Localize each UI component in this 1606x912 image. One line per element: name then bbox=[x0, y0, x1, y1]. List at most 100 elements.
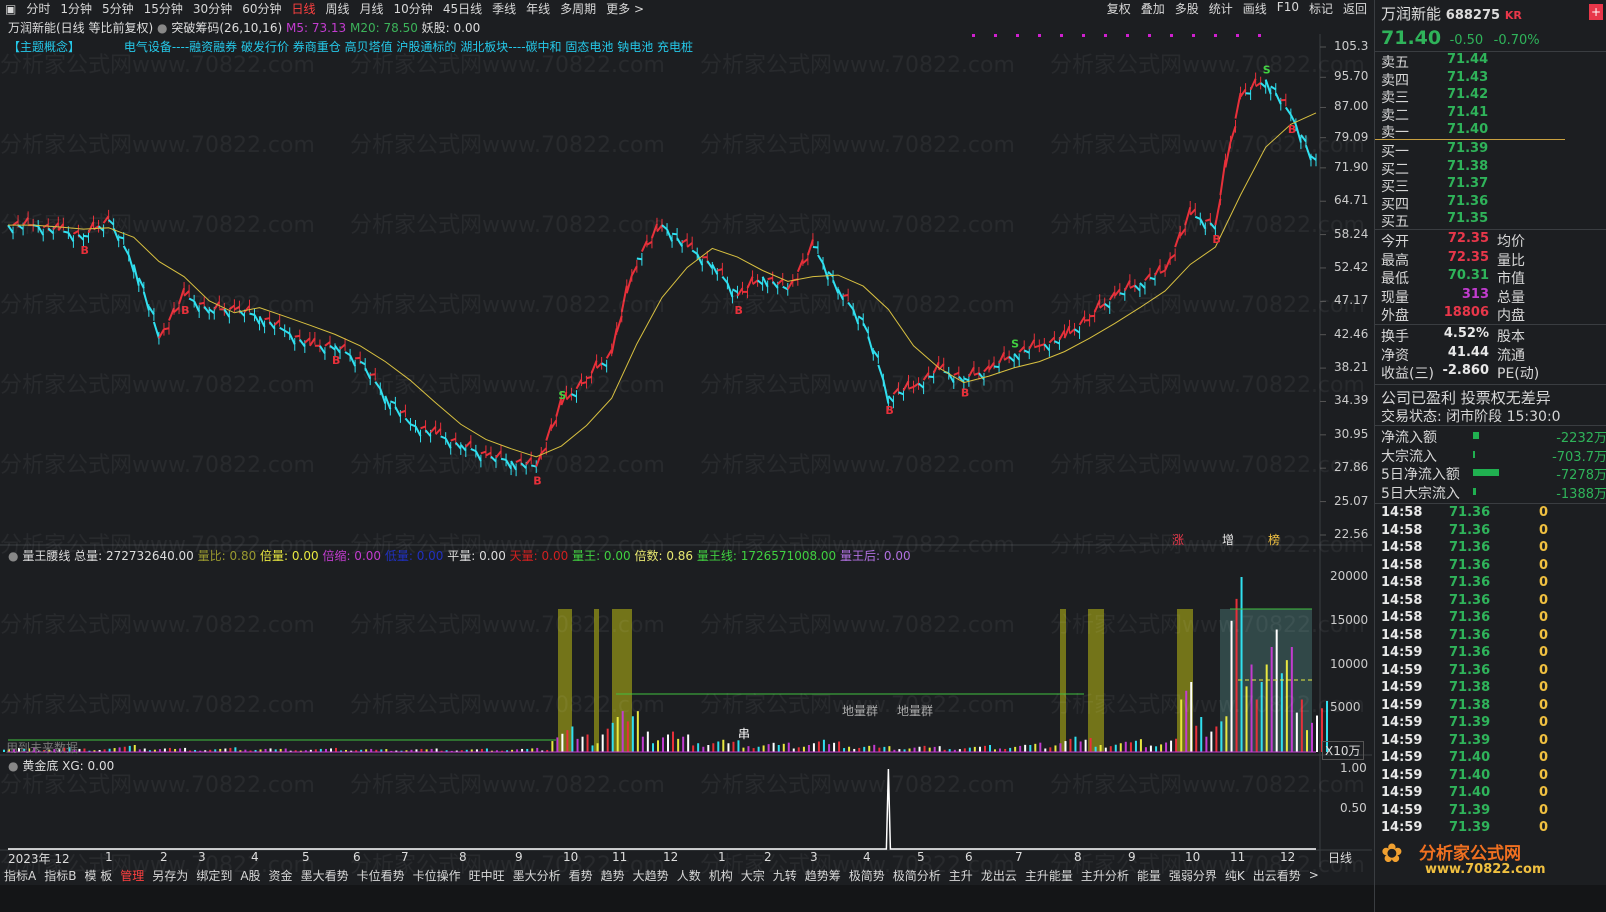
period-tab[interactable]: 45日线 bbox=[438, 0, 487, 17]
toggle-panel-icon[interactable]: ▣ bbox=[0, 2, 21, 16]
toolbar-button[interactable]: 返回 bbox=[1338, 0, 1372, 17]
indicator-toggle-icon[interactable]: ● bbox=[8, 549, 18, 563]
indicator-tab[interactable]: 指标A bbox=[0, 867, 40, 884]
indicator-tab[interactable]: 趋势 bbox=[597, 867, 629, 884]
indicator-tab[interactable]: 九转 bbox=[769, 867, 801, 884]
period-tab[interactable]: 年线 bbox=[521, 0, 555, 17]
indicator-tab[interactable]: 出云看势 bbox=[1249, 867, 1305, 884]
indicator-tab[interactable]: 主升能量 bbox=[1021, 867, 1077, 884]
buy-signal-marker: B bbox=[961, 386, 969, 399]
period-tab[interactable]: 15分钟 bbox=[139, 0, 188, 17]
indicator-tab[interactable]: 墨大看势 bbox=[297, 867, 353, 884]
period-tab[interactable]: 5分钟 bbox=[97, 0, 139, 17]
indicator-tab[interactable]: 大趋势 bbox=[629, 867, 673, 884]
indicator-tab[interactable]: 机构 bbox=[705, 867, 737, 884]
period-tab[interactable]: 日线 bbox=[286, 0, 320, 17]
indicator-tab[interactable]: 强弱分界 bbox=[1165, 867, 1221, 884]
volume-bar bbox=[1265, 664, 1268, 752]
liangwang: 量王: 0.00 bbox=[572, 549, 631, 563]
tick-price: 71.36 bbox=[1449, 592, 1491, 608]
tick-price: 71.36 bbox=[1449, 575, 1491, 590]
price-candle bbox=[862, 322, 870, 334]
chart-svg[interactable]: B B B B B B B S B B S S bbox=[0, 17, 1372, 867]
price-axis-label: 58.24 bbox=[1334, 226, 1369, 241]
volume-bar bbox=[1059, 743, 1062, 752]
volume-bar bbox=[1014, 746, 1017, 752]
indicator-tab[interactable]: 极简势 bbox=[845, 867, 889, 884]
flow-label: 5日净流入额 bbox=[1381, 467, 1460, 484]
period-label[interactable]: 日线 bbox=[1328, 849, 1352, 866]
indicator-tab[interactable]: 极简分析 bbox=[889, 867, 945, 884]
price-candle bbox=[571, 393, 577, 398]
indicator-tab[interactable]: 主升 bbox=[945, 867, 977, 884]
tick-row: 14:59 71.39 0 bbox=[1381, 820, 1601, 835]
price-candle bbox=[917, 382, 925, 389]
volume-bar bbox=[757, 746, 760, 752]
indicator-tab[interactable]: 模 板 bbox=[80, 867, 116, 884]
indicator-tab[interactable]: 管理 bbox=[116, 867, 148, 884]
indicator-tab[interactable]: A股 bbox=[236, 867, 264, 884]
price-candle bbox=[650, 223, 658, 239]
toolbar-button[interactable]: 叠加 bbox=[1136, 0, 1170, 17]
toolbar-button[interactable]: 统计 bbox=[1204, 0, 1238, 17]
toolbar-button[interactable]: 复权 bbox=[1102, 0, 1136, 17]
add-watchlist-button[interactable]: + bbox=[1589, 4, 1603, 20]
volume-bar bbox=[113, 748, 116, 752]
lower-indicator-name[interactable]: 黄金底 bbox=[22, 759, 58, 773]
price-candle bbox=[1214, 198, 1222, 226]
indicator-tab[interactable]: 龙出云 bbox=[977, 867, 1021, 884]
indicator-toggle-icon[interactable]: ● bbox=[8, 759, 18, 773]
toolbar-button[interactable]: 画线 bbox=[1238, 0, 1272, 17]
indicator-tab[interactable]: 卡位操作 bbox=[409, 867, 465, 884]
indicator-tab[interactable]: 主升分析 bbox=[1077, 867, 1133, 884]
price-candle bbox=[691, 249, 698, 255]
indicator-tab[interactable]: 资金 bbox=[265, 867, 297, 884]
indicator-tab[interactable]: 趋势筹 bbox=[801, 867, 845, 884]
indicator-tab[interactable]: 卡位看势 bbox=[353, 867, 409, 884]
period-tab[interactable]: 月线 bbox=[355, 0, 389, 17]
period-tab[interactable]: 30分钟 bbox=[188, 0, 237, 17]
price-axis-label: 105.3 bbox=[1334, 39, 1369, 53]
kline-chart-area[interactable]: 分析家公式网www.70822.com 分析家公式网www.70822.com 分析… bbox=[0, 17, 1372, 878]
indicator-name[interactable]: 突破筹码(26,10,16) bbox=[171, 21, 282, 35]
indicator-tab[interactable]: 能量 bbox=[1133, 867, 1165, 884]
date-axis-label: 12 bbox=[1280, 850, 1296, 864]
volume-indicator-name[interactable]: 量王腰线 bbox=[22, 549, 70, 563]
fund-flow-row: 5日净流入额 -7278万 bbox=[1381, 464, 1606, 484]
bid-row[interactable]: 买五 71.35 bbox=[1381, 211, 1488, 231]
price-candle bbox=[178, 288, 186, 305]
indicator-tab[interactable]: > bbox=[1305, 868, 1323, 882]
period-tab[interactable]: 周线 bbox=[321, 0, 355, 17]
period-tab[interactable]: 分时 bbox=[21, 0, 55, 17]
indicator-tab[interactable]: 大宗 bbox=[737, 867, 769, 884]
signal-dot bbox=[1082, 34, 1085, 37]
indicator-toggle-icon[interactable]: ● bbox=[157, 21, 167, 35]
period-tab[interactable]: 60分钟 bbox=[237, 0, 286, 17]
price-candle bbox=[249, 312, 255, 316]
toolbar-button[interactable]: 标记 bbox=[1304, 0, 1338, 17]
period-tab[interactable]: 季线 bbox=[487, 0, 521, 17]
indicator-tab[interactable]: 看势 bbox=[565, 867, 597, 884]
price-candle bbox=[183, 290, 190, 297]
price-candle bbox=[565, 393, 573, 401]
indicator-tab[interactable]: 绑定到 bbox=[192, 867, 236, 884]
period-tab[interactable]: 多周期 bbox=[555, 0, 601, 17]
tick-volume: 0 bbox=[1539, 802, 1549, 818]
indicator-tab[interactable]: 指标B bbox=[40, 867, 80, 884]
indicator-tab[interactable]: 旺中旺 bbox=[465, 867, 509, 884]
tick-time: 14:59 bbox=[1381, 785, 1423, 800]
volume-bar bbox=[1160, 744, 1163, 752]
period-tab[interactable]: 1分钟 bbox=[55, 0, 97, 17]
price-tag: 榜 bbox=[1268, 533, 1281, 547]
indicator-tab[interactable]: 另存为 bbox=[148, 867, 192, 884]
toolbar-button[interactable]: F10 bbox=[1272, 0, 1304, 17]
indicator-tab[interactable]: 人数 bbox=[673, 867, 705, 884]
volume-bar bbox=[1316, 715, 1318, 752]
indicator-tab[interactable]: 墨大分析 bbox=[509, 867, 565, 884]
price-candle bbox=[440, 435, 447, 440]
toolbar-button[interactable]: 多股 bbox=[1170, 0, 1204, 17]
volume-bar bbox=[908, 748, 911, 752]
period-tab[interactable]: 更多 > bbox=[601, 0, 649, 17]
indicator-tab[interactable]: 纯K bbox=[1221, 867, 1249, 884]
period-tab[interactable]: 10分钟 bbox=[389, 0, 438, 17]
